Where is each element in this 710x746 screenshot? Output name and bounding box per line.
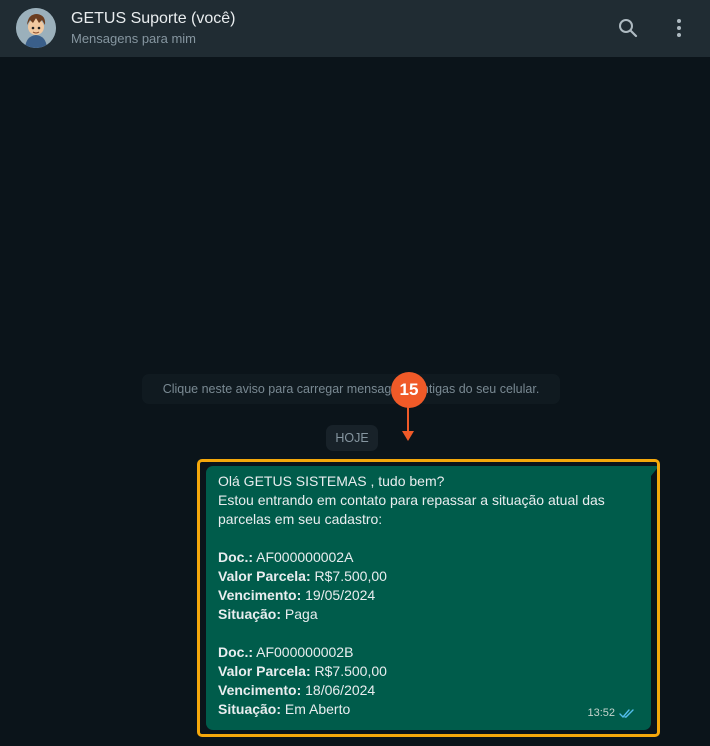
message-area[interactable]: Clique neste aviso para carregar mensage… xyxy=(0,57,710,746)
search-icon[interactable] xyxy=(614,14,642,42)
cartoon-avatar-icon[interactable] xyxy=(16,8,56,48)
chat-header: GETUS Suporte (você) Mensagens para mim xyxy=(0,0,710,57)
date-separator: HOJE xyxy=(326,425,378,451)
whatsapp-web-chat-window: GETUS Suporte (você) Mensagens para mim … xyxy=(0,0,710,746)
chat-subtitle: Mensagens para mim xyxy=(71,31,196,46)
step-number-badge: 15 xyxy=(391,372,427,408)
highlight-frame xyxy=(197,459,660,737)
more-vertical-icon[interactable] xyxy=(665,14,693,42)
chat-title[interactable]: GETUS Suporte (você) xyxy=(71,9,236,28)
load-older-messages-notice[interactable]: Clique neste aviso para carregar mensage… xyxy=(142,374,560,404)
annotation-arrow-icon xyxy=(402,407,414,441)
